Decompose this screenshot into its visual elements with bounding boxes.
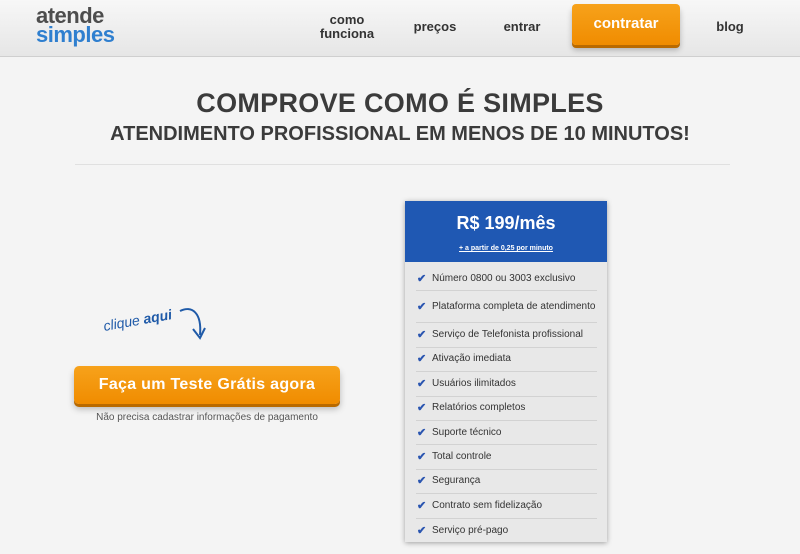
feature-label: Segurança — [432, 475, 481, 487]
feature-label: Usuários ilimitados — [432, 377, 516, 389]
checkmark-icon: ✔ — [417, 300, 427, 313]
nav-como-funciona[interactable]: como funciona — [318, 13, 376, 41]
feature-item: ✔ Contrato sem fidelização — [416, 494, 597, 519]
feature-item: ✔ Serviço de Telefonista profissional — [416, 323, 597, 348]
checkmark-icon: ✔ — [417, 353, 427, 366]
feature-label: Suporte técnico — [432, 426, 502, 438]
divider — [75, 164, 730, 165]
cta-note: Não precisa cadastrar informações de pag… — [96, 412, 318, 423]
nav-entrar[interactable]: entrar — [496, 20, 548, 34]
page-subtitle: ATENDIMENTO PROFISSIONAL EM MENOS DE 10 … — [110, 123, 690, 145]
clique-aqui-label: clique aqui — [102, 306, 173, 334]
feature-item: ✔ Usuários ilimitados — [416, 372, 597, 397]
checkmark-icon: ✔ — [417, 475, 427, 488]
pricing-card-header: R$ 199/mês + a partir de 0,25 por minuto — [405, 201, 607, 262]
checkmark-icon: ✔ — [417, 524, 427, 537]
feature-item: ✔ Ativação imediata — [416, 348, 597, 373]
page-title: COMPROVE COMO É SIMPLES — [196, 88, 604, 118]
feature-label: Relatórios completos — [432, 402, 526, 414]
feature-label: Ativação imediata — [432, 353, 511, 365]
price-note-link[interactable]: + a partir de 0,25 por minuto — [405, 245, 607, 252]
checkmark-icon: ✔ — [417, 377, 427, 390]
curved-arrow-down-icon — [179, 308, 206, 340]
aqui-text: aqui — [142, 306, 174, 327]
contratar-button[interactable]: contratar — [572, 4, 680, 45]
site-header: atende simples como funciona preços entr… — [0, 0, 800, 57]
feature-item: ✔ Suporte técnico — [416, 421, 597, 446]
clique-text: clique — [102, 311, 141, 334]
checkmark-icon: ✔ — [417, 426, 427, 439]
feature-item: ✔ Total controle — [416, 445, 597, 470]
feature-label: Serviço pré-pago — [432, 524, 509, 536]
checkmark-icon: ✔ — [417, 329, 427, 342]
logo[interactable]: atende simples — [36, 5, 115, 47]
nav-blog[interactable]: blog — [710, 20, 750, 34]
pricing-card: R$ 199/mês + a partir de 0,25 por minuto… — [405, 201, 607, 542]
nav-precos[interactable]: preços — [410, 20, 460, 34]
nav-como-funciona-line2: funciona — [319, 26, 375, 41]
feature-item: ✔ Relatórios completos — [416, 397, 597, 421]
feature-list: ✔ Número 0800 ou 3003 exclusivo ✔ Plataform… — [416, 267, 597, 543]
nav-como-funciona-line1: como — [329, 12, 365, 27]
feature-item: ✔ Segurança — [416, 470, 597, 495]
checkmark-icon: ✔ — [417, 402, 427, 415]
checkmark-icon: ✔ — [417, 272, 427, 285]
teste-gratis-button[interactable]: Faça um Teste Grátis agora — [74, 366, 340, 404]
feature-label: Total controle — [432, 451, 492, 463]
feature-item: ✔ Serviço pré-pago — [416, 519, 597, 543]
feature-item: ✔ Plataforma completa de atendimento — [416, 291, 597, 324]
checkmark-icon: ✔ — [417, 499, 427, 512]
logo-text-simples: simples — [36, 22, 115, 47]
feature-label: Serviço de Telefonista profissional — [432, 329, 584, 341]
feature-label: Número 0800 ou 3003 exclusivo — [432, 272, 576, 284]
feature-item: ✔ Número 0800 ou 3003 exclusivo — [416, 267, 597, 292]
price: R$ 199/mês — [456, 213, 556, 233]
feature-label: Plataforma completa de atendimento — [432, 300, 596, 312]
checkmark-icon: ✔ — [417, 451, 427, 464]
feature-label: Contrato sem fidelização — [432, 499, 543, 511]
